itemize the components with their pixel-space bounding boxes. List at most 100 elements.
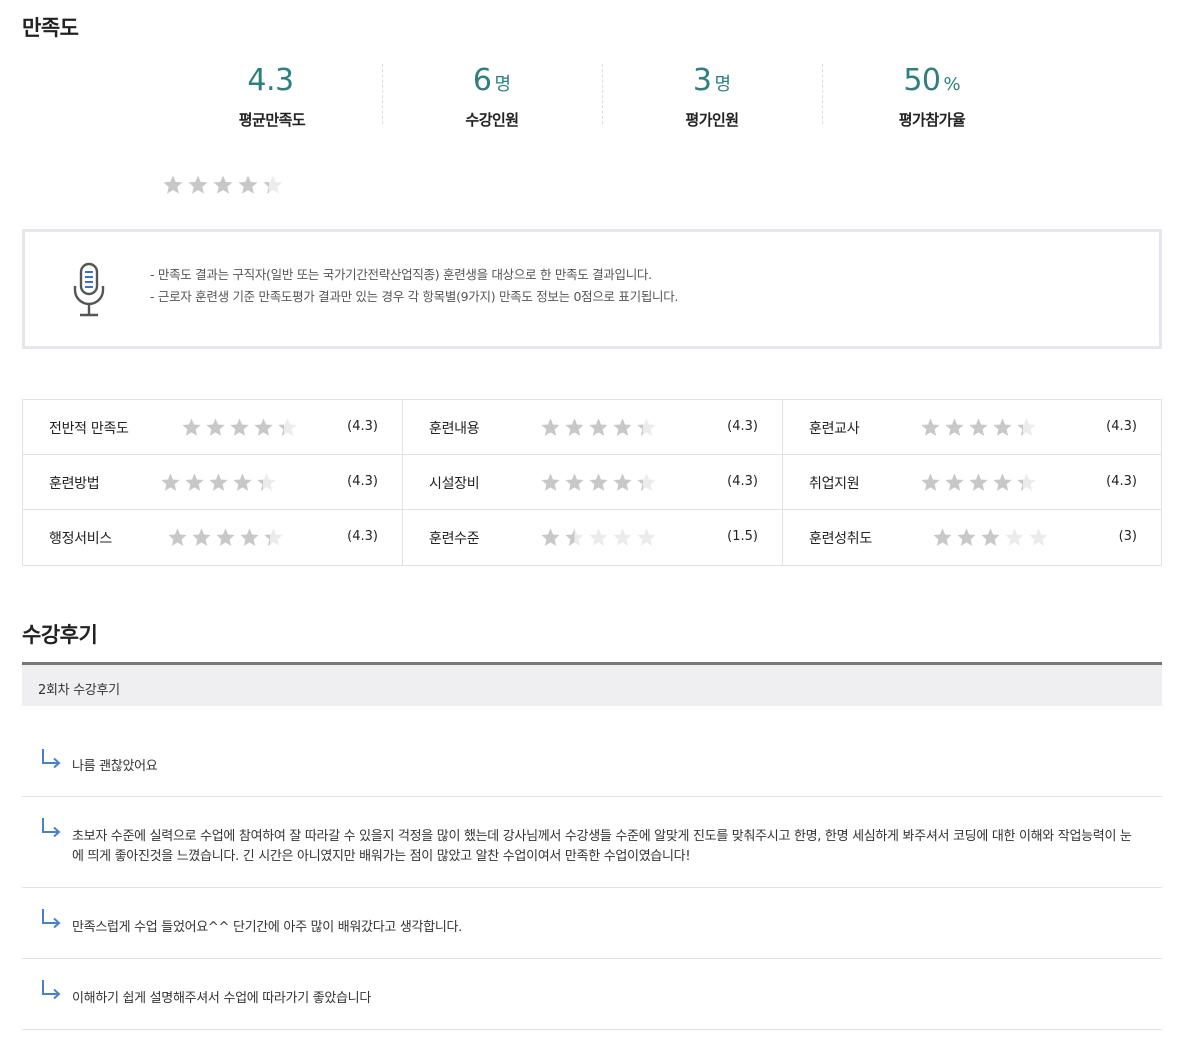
star-icon — [161, 473, 180, 491]
star-icon — [263, 175, 283, 194]
rating-stars — [920, 417, 1037, 438]
reply-arrow-icon — [40, 908, 62, 934]
star-icon — [637, 418, 656, 436]
stat-unit: % — [943, 74, 961, 95]
rating-stars — [540, 417, 657, 438]
rating-score: (1.5) — [727, 529, 758, 544]
rating-stars — [540, 527, 657, 548]
review-item: 나름 괜찮았어요 — [22, 706, 1162, 797]
stat-value: 50 — [903, 63, 941, 98]
stat-value: 4.3 — [247, 63, 294, 98]
rating-admin-service: 행정서비스 (4.3) — [23, 510, 403, 565]
star-icon — [209, 473, 228, 491]
reply-arrow-icon — [40, 817, 62, 843]
star-icon — [233, 473, 252, 491]
notice-box: 만족도 결과는 구직자(일반 또는 국가기간전략산업직종) 훈련생을 대상으로 … — [22, 229, 1162, 349]
notice-line: 만족도 결과는 구직자(일반 또는 국가기간전략산업직종) 훈련생을 대상으로 … — [150, 264, 678, 286]
stat-value: 6 — [472, 63, 492, 98]
stat-value: 3 — [692, 63, 712, 98]
star-icon — [565, 418, 584, 436]
review-group-header: 2회차 수강후기 — [22, 662, 1162, 706]
star-icon — [1017, 418, 1036, 436]
rating-training-method: 훈련방법 (4.3) — [23, 455, 403, 510]
star-icon — [637, 473, 656, 491]
star-icon — [541, 418, 560, 436]
star-icon — [993, 418, 1012, 436]
star-icon — [921, 418, 940, 436]
rating-score: (4.3) — [727, 474, 758, 489]
star-icon — [613, 528, 632, 546]
stat-enrolled: 6명 수강인원 — [382, 62, 602, 129]
rating-score: (4.3) — [347, 474, 378, 489]
star-icon — [613, 473, 632, 491]
star-icon — [230, 418, 249, 436]
star-icon — [168, 528, 187, 546]
rating-label: 행정서비스 — [49, 531, 112, 547]
star-icon — [945, 418, 964, 436]
star-icon — [589, 473, 608, 491]
star-icon — [264, 528, 283, 546]
review-text: 초보자 수준에 실력으로 수업에 참여하여 잘 따라갈 수 있을지 걱정을 많이… — [72, 829, 1132, 864]
stat-label: 수강인원 — [465, 111, 519, 129]
star-icon — [182, 418, 201, 436]
rating-score: (4.3) — [1106, 474, 1137, 489]
rating-facility-equipment: 시설장비 (4.3) — [403, 455, 783, 510]
satisfaction-title: 만족도 — [22, 16, 79, 40]
star-icon — [565, 473, 584, 491]
star-icon — [933, 528, 952, 546]
microphone-icon — [71, 262, 107, 324]
star-icon — [1005, 528, 1024, 546]
rating-employment-support: 취업지원 (4.3) — [783, 455, 1161, 510]
reply-arrow-icon — [40, 748, 62, 774]
satisfaction-stats: 4.3 평균만족도 6명 수강인원 3명 평가인원 50% 평가참가율 — [162, 62, 1042, 129]
stat-average-satisfaction: 4.3 평균만족도 — [162, 62, 382, 129]
stat-label: 평가인원 — [685, 111, 739, 129]
rating-score: (4.3) — [727, 419, 758, 434]
star-icon — [945, 473, 964, 491]
star-icon — [192, 528, 211, 546]
star-icon — [216, 528, 235, 546]
star-icon — [541, 528, 560, 546]
review-item: 초보자 수준에 실력으로 수업에 참여하여 잘 따라갈 수 있을지 걱정을 많이… — [22, 797, 1162, 888]
star-icon — [278, 418, 297, 436]
star-icon — [254, 418, 273, 436]
rating-score: (4.3) — [1106, 419, 1137, 434]
stat-unit: 명 — [494, 74, 512, 95]
star-icon — [238, 175, 258, 194]
stat-participation-rate: 50% 평가참가율 — [822, 62, 1042, 129]
rating-label: 훈련교사 — [809, 421, 860, 437]
notice-text: 만족도 결과는 구직자(일반 또는 국가기간전략산업직종) 훈련생을 대상으로 … — [150, 264, 679, 308]
star-icon — [185, 473, 204, 491]
rating-stars — [920, 472, 1037, 493]
star-icon — [188, 175, 208, 194]
rating-stars — [160, 472, 277, 493]
star-icon — [969, 418, 988, 436]
star-icon — [1029, 528, 1048, 546]
rating-label: 훈련내용 — [429, 421, 480, 437]
rating-stars — [181, 417, 298, 438]
star-icon — [565, 528, 584, 546]
star-icon — [969, 473, 988, 491]
star-icon — [957, 528, 976, 546]
star-icon — [921, 473, 940, 491]
stat-unit: 명 — [714, 74, 732, 95]
rating-overall-satisfaction: 전반적 만족도 (4.3) — [23, 400, 403, 455]
star-icon — [981, 528, 1000, 546]
star-icon — [206, 418, 225, 436]
stat-evaluators: 3명 평가인원 — [602, 62, 822, 129]
stat-label: 평가참가율 — [898, 111, 966, 129]
rating-training-achievement: 훈련성취도 (3) — [783, 510, 1161, 565]
review-text: 이해하기 쉽게 설명해주셔서 수업에 따라가기 좋았습니다 — [72, 991, 372, 1006]
rating-label: 훈련수준 — [429, 531, 480, 547]
star-icon — [589, 528, 608, 546]
reply-arrow-icon — [40, 979, 62, 1005]
star-icon — [637, 528, 656, 546]
rating-score: (4.3) — [347, 529, 378, 544]
rating-score: (4.3) — [347, 419, 378, 434]
rating-stars — [167, 527, 284, 548]
star-icon — [163, 175, 183, 194]
rating-training-level: 훈련수준 (1.5) — [403, 510, 783, 565]
reviews-title: 수강후기 — [22, 623, 98, 647]
star-icon — [993, 473, 1012, 491]
rating-label: 전반적 만족도 — [49, 421, 129, 437]
